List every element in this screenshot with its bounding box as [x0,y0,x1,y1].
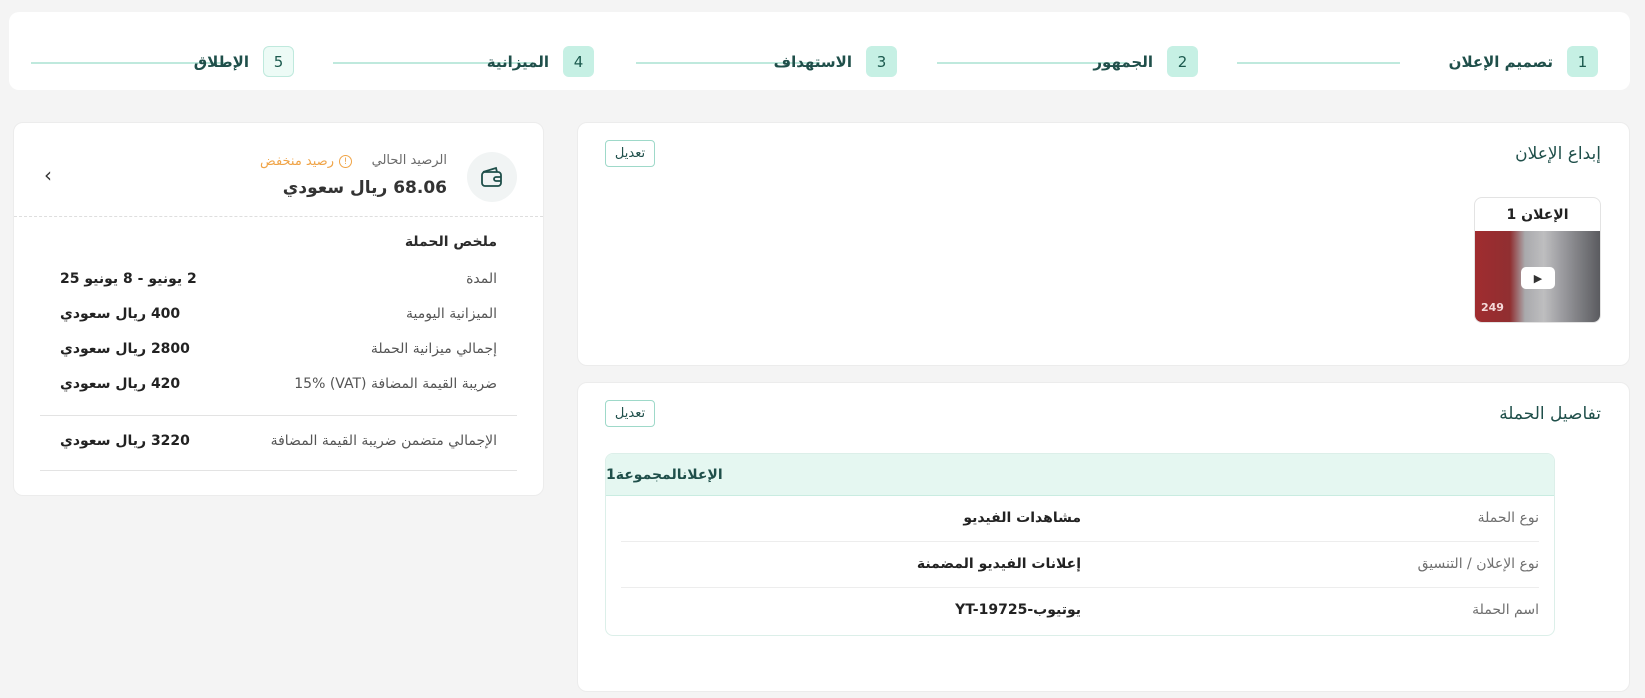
campaign-summary-card: الرصيد الحالي ! رصيد منخفض 68.06 ريال سع… [13,122,544,496]
summary-row: الميزانية اليومية 400 ريال سعودي [60,306,497,328]
step-label: الإطلاق [193,52,249,71]
step-label: تصميم الإعلان [1448,52,1553,71]
row-value: إعلانات الفيديو المضمنة [916,556,1081,572]
row-key: نوع الإعلان / التنسيق [1417,556,1539,572]
summary-key: المدة [466,271,497,287]
section-title: إبداع الإعلان [1515,144,1601,164]
summary-value: 2 يونيو - 8 يونيو 25 [60,271,197,287]
summary-value: 420 ريال سعودي [60,376,181,392]
summary-value: 400 ريال سعودي [60,306,181,322]
edit-details-button[interactable]: تعديل [605,400,655,427]
summary-key: الميزانية اليومية [405,306,497,322]
summary-total-row: الإجمالي متضمن ضريبة القيمة المضافة 3220… [60,433,497,455]
step-number: 4 [563,46,594,77]
summary-row: إجمالي ميزانية الحملة 2800 ريال سعودي [60,341,497,363]
campaign-stepper: 1 تصميم الإعلان 2 الجمهور 3 الاستهداف 4 … [9,12,1630,90]
step-number: 1 [1567,46,1598,77]
thumb-sign-text: 249 [1481,301,1504,314]
ad-video-preview: 249 ▶ [1475,231,1600,322]
step-budget[interactable]: 4 الميزانية [487,46,594,77]
step-targeting[interactable]: 3 الاستهداف [774,46,897,77]
summary-value: 2800 ريال سعودي [60,341,190,357]
low-balance-text: رصيد منخفض [260,154,334,169]
summary-row: المدة 2 يونيو - 8 يونيو 25 [60,271,497,293]
section-title: تفاصيل الحملة [1499,404,1601,424]
row-value: يوتيوب-YT-19725 [955,602,1081,618]
total-key: الإجمالي متضمن ضريبة القيمة المضافة [270,433,497,449]
summary-key: إجمالي ميزانية الحملة [370,341,497,357]
divider [40,415,517,416]
summary-row: ضريبة القيمة المضافة (VAT) 15% 420 ريال … [60,376,497,398]
ad-creative-card: إبداع الإعلان تعديل الإعلان 1 249 ▶ [577,122,1630,366]
divider [40,470,517,471]
edit-creative-button[interactable]: تعديل [605,140,655,167]
step-launch[interactable]: 5 الإطلاق [194,46,294,77]
step-number: 2 [1167,46,1198,77]
balance-value: 68.06 ريال سعودي [282,178,447,198]
step-number: 5 [263,46,294,77]
details-table: الإعلانالمجموعة1 نوع الحملة مشاهدات الفي… [605,453,1555,636]
table-row: نوع الإعلان / التنسيق إعلانات الفيديو ال… [621,542,1539,588]
step-label: الميزانية [486,52,549,71]
divider [14,216,543,217]
table-row: نوع الحملة مشاهدات الفيديو [621,496,1539,542]
row-key: اسم الحملة [1472,602,1539,618]
group-header: الإعلانالمجموعة1 [606,454,1554,496]
row-value: مشاهدات الفيديو [963,510,1081,526]
summary-key: ضريبة القيمة المضافة (VAT) 15% [294,376,497,392]
step-design[interactable]: 1 تصميم الإعلان [1449,46,1598,77]
total-value: 3220 ريال سعودي [60,433,190,449]
step-label: الاستهداف [773,52,852,71]
step-number: 3 [866,46,897,77]
step-connector [1237,62,1400,64]
summary-title: ملخص الحملة [404,234,497,250]
table-row: اسم الحملة يوتيوب-YT-19725 [621,588,1539,634]
chevron-left-icon[interactable]: ‹ [44,163,52,187]
campaign-details-card: تفاصيل الحملة تعديل الإعلانالمجموعة1 نوع… [577,382,1630,692]
info-icon: ! [339,155,352,168]
wallet-icon [467,152,517,202]
step-audience[interactable]: 2 الجمهور [1093,46,1198,77]
step-label: الجمهور [1093,52,1153,71]
balance-label: الرصيد الحالي [371,153,447,168]
row-key: نوع الحملة [1477,510,1539,526]
play-icon[interactable]: ▶ [1521,267,1555,289]
ad-thumbnail[interactable]: الإعلان 1 249 ▶ [1474,197,1601,323]
ad-title: الإعلان 1 [1506,206,1569,223]
low-balance-warning: ! رصيد منخفض [260,154,352,169]
